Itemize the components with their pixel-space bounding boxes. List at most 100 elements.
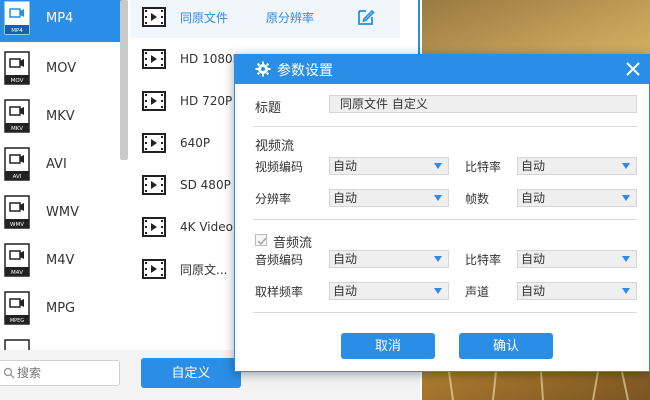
format-badge: AVI [13,174,22,180]
audio-codec-label: 音频编码 [255,253,304,267]
format-item-avi[interactable]: AVI AVI [0,140,122,188]
divider [253,219,637,220]
dropdown-arrow-icon [622,163,630,169]
format-label: AVI [46,156,67,172]
video-file-icon [4,339,30,350]
format-label: MP4 [46,10,74,26]
confirm-button[interactable]: 确认 [459,333,553,359]
edit-icon[interactable] [356,7,376,27]
divider [253,126,637,127]
format-item-mkv[interactable]: MKV MKV [0,92,122,140]
check-icon [257,237,267,246]
preset-label: 同原文... [180,262,228,277]
preset-label: 4K Video [180,220,233,234]
cancel-button[interactable]: 取消 [341,333,435,359]
divider [253,312,637,313]
format-badge: M4V [11,270,23,276]
format-badge: MPEG [10,318,24,324]
select-value: 自动 [333,159,358,173]
select-value: 自动 [333,191,358,205]
video-codec-label: 视频编码 [255,160,304,174]
preset-label: 同原文件 [180,10,229,25]
custom-button[interactable]: 自定义 [141,358,241,388]
format-item-mov[interactable]: MOV MOV [0,44,122,92]
dropdown-arrow-icon [622,288,630,294]
video-file-icon: MKV [4,99,30,133]
dropdown-arrow-icon [434,288,442,294]
video-file-icon: MP4 [4,1,30,35]
preset-label: HD 720P [180,94,233,108]
video-file-icon: AVI [4,147,30,181]
film-icon [142,49,166,69]
dialog-header: 参数设置 [235,55,649,84]
film-icon [142,259,166,279]
film-icon [142,91,166,111]
framerate-label: 帧数 [465,192,490,206]
select-value: 自动 [521,284,546,298]
video-codec-select[interactable]: 自动 [329,157,449,175]
format-badge: MP4 [11,28,23,34]
framerate-select[interactable]: 自动 [517,189,637,207]
audio-codec-select[interactable]: 自动 [329,250,449,268]
preset-label: HD 1080P [180,52,240,66]
format-item-mp4[interactable]: MP4 MP4 [0,0,122,42]
dropdown-arrow-icon [622,256,630,262]
search-icon [3,367,15,379]
format-item-wmv[interactable]: WMV WMV [0,188,122,236]
samplerate-select[interactable]: 自动 [329,282,449,300]
dropdown-arrow-icon [434,256,442,262]
format-list: MP4 MP4 MOV MOV MKV MKV AVI AVI WMV WMV … [0,0,122,350]
resolution-label: 分辨率 [255,192,292,206]
video-file-icon: WMV [4,195,30,229]
gear-icon [255,61,271,77]
samplerate-label: 取样频率 [255,285,304,299]
video-file-icon: MOV [4,51,30,85]
film-icon [142,133,166,153]
preset-label: 640P [180,136,211,150]
film-icon [142,7,166,27]
format-item-m4v[interactable]: M4V M4V [0,236,122,284]
format-list-scrollbar[interactable] [120,0,128,160]
dropdown-arrow-icon [434,163,442,169]
format-badge: WMV [10,222,24,228]
select-value: 自动 [333,252,358,266]
video-file-icon: M4V [4,243,30,277]
audio-enable-checkbox[interactable] [255,234,267,246]
audio-bitrate-select[interactable]: 自动 [517,250,637,268]
select-value: 自动 [521,159,546,173]
settings-dialog: 参数设置 标题 同原文件 自定义 视频流 视频编码 自动 比特率 自动 分辨率 … [234,54,650,372]
audio-bitrate-label: 比特率 [465,253,502,267]
select-value: 自动 [333,284,358,298]
format-label: WMV [46,204,79,220]
video-section-title: 视频流 [255,139,295,154]
dropdown-arrow-icon [434,195,442,201]
format-label: MKV [46,108,75,124]
select-value: 自动 [521,191,546,205]
video-file-icon: MPEG [4,291,30,325]
film-icon [142,175,166,195]
video-bitrate-select[interactable]: 自动 [517,157,637,175]
resolution-select[interactable]: 自动 [329,189,449,207]
format-item-mpg[interactable]: MPEG MPG [0,284,122,332]
title-label: 标题 [255,101,282,116]
film-icon [142,217,166,237]
channel-label: 声道 [465,285,490,299]
format-label: MPG [46,300,76,316]
close-icon[interactable] [625,61,641,77]
title-input[interactable]: 同原文件 自定义 [329,95,637,113]
dropdown-arrow-icon [622,195,630,201]
preset-resolution: 原分辨率 [266,10,315,25]
format-label: MOV [46,60,77,76]
video-bitrate-label: 比特率 [465,160,502,174]
dialog-title: 参数设置 [277,63,333,79]
search-input[interactable] [17,365,113,381]
search-box[interactable] [0,360,120,386]
preset-row[interactable]: 同原文件 原分辨率 [130,0,400,38]
format-label: M4V [46,252,75,268]
preset-label: SD 480P [180,178,231,192]
channel-select[interactable]: 自动 [517,282,637,300]
audio-section-title: 音频流 [273,236,313,251]
format-item-partial[interactable] [0,332,122,350]
select-value: 自动 [521,252,546,266]
format-badge: MOV [11,78,24,84]
